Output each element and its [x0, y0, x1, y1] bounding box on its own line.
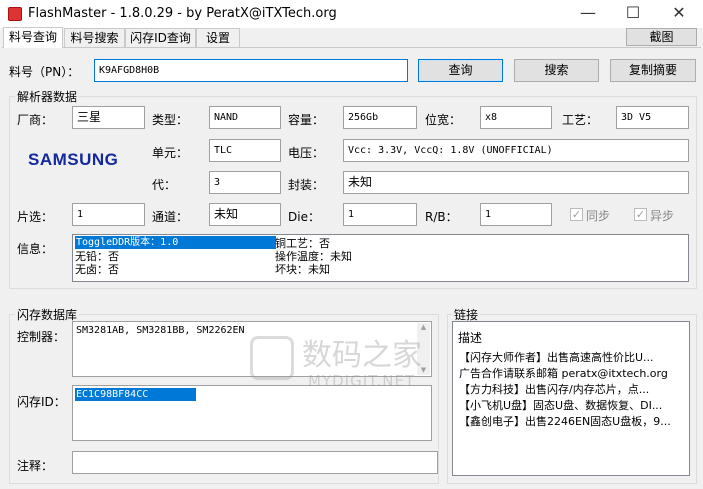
- link-item[interactable]: 【鑫创电子】出售2246EN固态U盘板，9...: [459, 413, 671, 429]
- vendor-label: 厂商：: [17, 113, 54, 127]
- link-item[interactable]: 【小飞机U盘】固态U盘、数据恢复、DI...: [459, 397, 662, 413]
- watermark-text: 数码之家: [302, 338, 422, 373]
- parser-data-title: 解析器数据: [15, 88, 80, 105]
- channel-field[interactable]: 未知: [209, 203, 281, 226]
- ce-field[interactable]: 1: [72, 203, 145, 226]
- watermark-url: MYDIGIT.NET: [308, 372, 416, 390]
- flash-db-title: 闪存数据库: [15, 306, 80, 323]
- link-item[interactable]: 广告合作请联系邮箱 peratx@itxtech.org: [459, 365, 668, 381]
- screenshot-button[interactable]: 截图: [626, 28, 697, 46]
- tab-flash-id-query[interactable]: 闪存ID查询: [125, 28, 196, 48]
- app-icon: [8, 7, 22, 21]
- info-line-bad-block: 坏块：未知: [275, 263, 330, 276]
- tab-pn-search[interactable]: 料号搜索: [64, 28, 125, 48]
- link-item[interactable]: 【闪存大师作者】出售高速高性价比U...: [459, 349, 654, 365]
- tab-pn-query[interactable]: 料号查询: [3, 27, 63, 48]
- link-item[interactable]: 【方力科技】出售闪存/内存芯片，点...: [459, 381, 649, 397]
- package-field[interactable]: 未知: [343, 171, 689, 194]
- process-field[interactable]: 3D V5: [616, 106, 689, 129]
- capacity-label: 容量：: [288, 113, 325, 127]
- process-label: 工艺：: [562, 113, 599, 127]
- flash-id-label: 闪存ID：: [17, 395, 66, 409]
- die-field[interactable]: 1: [343, 203, 417, 226]
- vendor-field[interactable]: 三星: [72, 106, 145, 129]
- query-button[interactable]: 查询: [418, 59, 503, 82]
- copy-summary-button[interactable]: 复制摘要: [610, 59, 696, 82]
- gen-field[interactable]: 3: [209, 171, 281, 194]
- type-label: 类型：: [152, 113, 189, 127]
- voltage-field[interactable]: Vcc: 3.3V, VccQ: 1.8V (UNOFFICIAL): [343, 139, 689, 162]
- links-list[interactable]: 描述 【闪存大师作者】出售高速高性价比U... 广告合作请联系邮箱 peratx…: [452, 321, 690, 476]
- rb-label: R/B：: [425, 210, 458, 224]
- type-field[interactable]: NAND: [209, 106, 281, 129]
- width-label: 位宽：: [425, 113, 462, 127]
- sync-label: 同步: [586, 209, 611, 223]
- ce-label: 片选：: [17, 210, 54, 224]
- window-title: FlashMaster - 1.8.0.29 - by PeratX@iTXTe…: [28, 6, 337, 21]
- flash-id-value: EC1C98BF84CC: [75, 388, 196, 401]
- controller-label: 控制器：: [17, 330, 66, 344]
- watermark-logo-icon: [250, 336, 294, 380]
- sync-checkbox[interactable]: ✓: [570, 208, 583, 221]
- pn-label: 料号（PN）：: [9, 65, 80, 79]
- samsung-logo: SAMSUNG: [28, 150, 119, 169]
- voltage-label: 电压：: [288, 146, 325, 160]
- close-button[interactable]: ✕: [656, 0, 702, 28]
- maximize-button[interactable]: ☐: [610, 0, 656, 28]
- async-label: 异步: [650, 209, 675, 223]
- cell-label: 单元：: [152, 146, 189, 160]
- async-checkbox[interactable]: ✓: [634, 208, 647, 221]
- cell-field[interactable]: TLC: [209, 139, 281, 162]
- pn-input[interactable]: K9AFGD8H0B: [94, 59, 408, 82]
- die-label: Die：: [288, 210, 320, 224]
- gen-label: 代：: [152, 178, 177, 192]
- links-header: 描述: [458, 331, 483, 345]
- note-label: 注释：: [17, 459, 54, 473]
- search-button[interactable]: 搜索: [514, 59, 599, 82]
- minimize-button[interactable]: —: [565, 0, 611, 28]
- capacity-field[interactable]: 256Gb: [343, 106, 417, 129]
- watermark: 数码之家 MYDIGIT.NET: [250, 330, 440, 400]
- info-textbox[interactable]: ToggleDDR版本：1.0 铜工艺：否 无铅：否 操作温度：未知 无卤：否 …: [72, 234, 689, 282]
- rb-field[interactable]: 1: [480, 203, 552, 226]
- width-field[interactable]: x8: [480, 106, 552, 129]
- channel-label: 通道：: [152, 210, 189, 224]
- info-line-halogen-free: 无卤：否: [75, 263, 119, 276]
- tab-panel-border: [2, 47, 701, 48]
- note-input[interactable]: [72, 451, 438, 474]
- controller-value: SM3281AB, SM3281BB, SM2262EN: [76, 325, 245, 336]
- package-label: 封装：: [288, 178, 325, 192]
- tab-settings[interactable]: 设置: [196, 28, 240, 48]
- info-label: 信息：: [17, 242, 54, 256]
